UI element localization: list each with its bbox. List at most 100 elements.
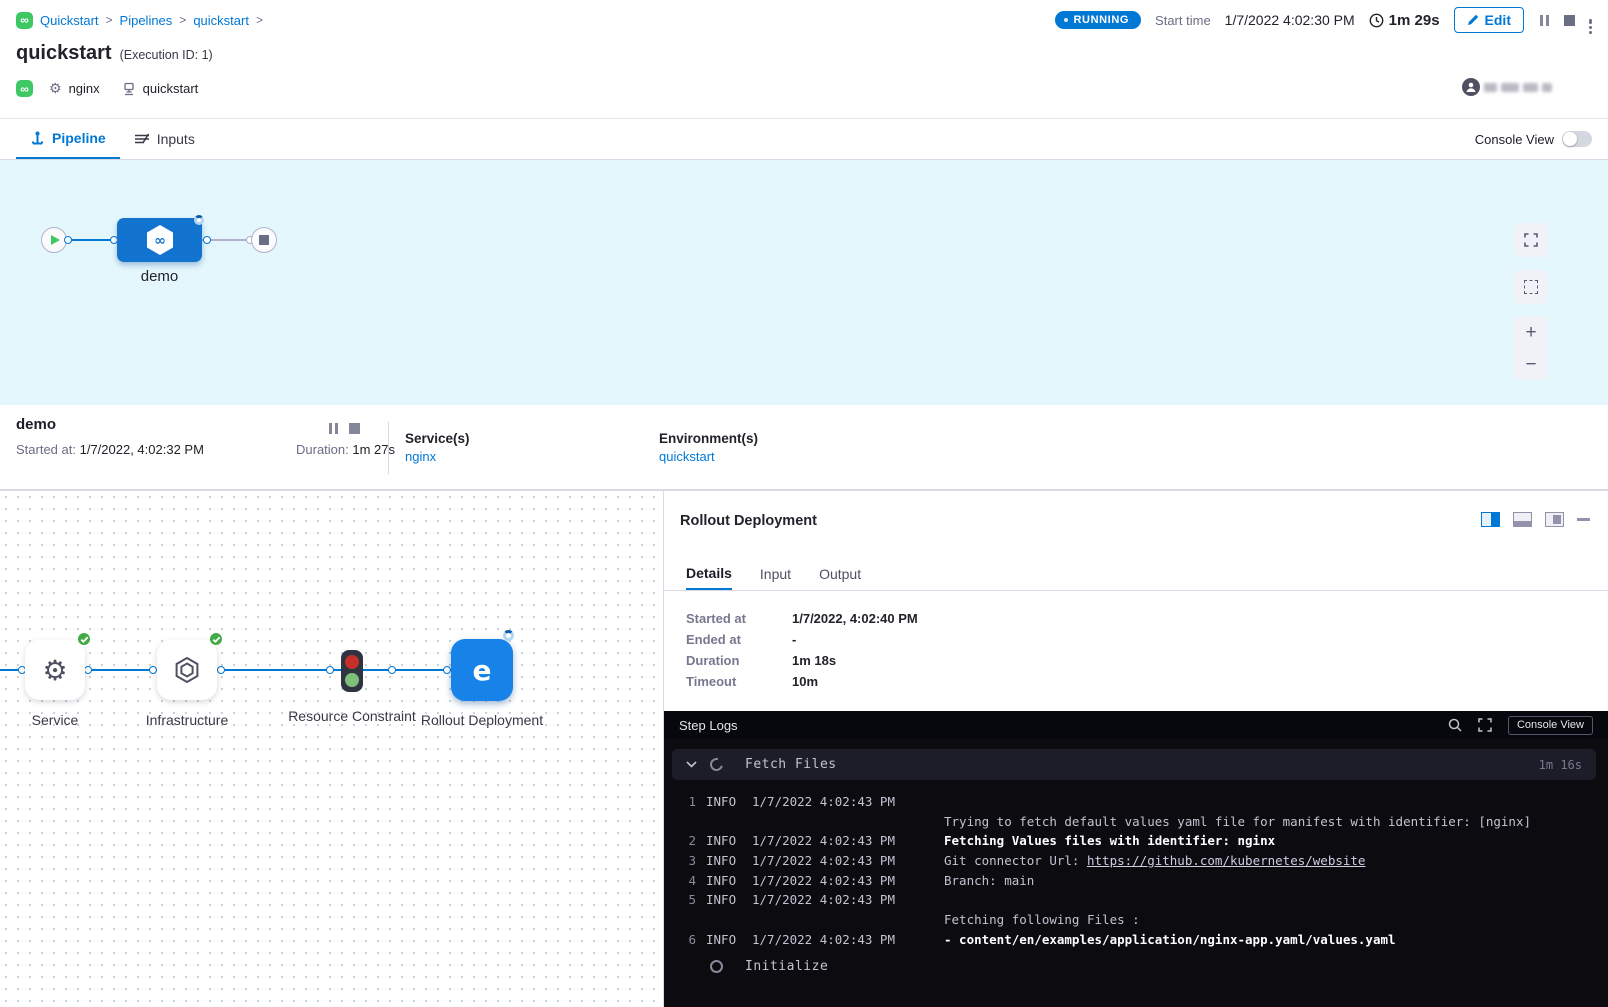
- tab-input[interactable]: Input: [760, 557, 791, 590]
- log-section-initialize[interactable]: Initialize: [672, 951, 1596, 982]
- status-dot-icon: [1064, 18, 1068, 22]
- stage-detail-bar: demo Started at: 1/7/2022, 4:02:32 PM Du…: [0, 405, 1608, 490]
- step-node-rollout-deployment[interactable]: e: [451, 639, 513, 701]
- breadcrumb-project[interactable]: Quickstart: [40, 13, 99, 28]
- edge-connector-dot: [84, 666, 92, 674]
- gear-icon: ⚙: [49, 81, 62, 97]
- breadcrumb-pipelines[interactable]: Pipelines: [120, 13, 173, 28]
- canvas-fullscreen-button[interactable]: [1514, 223, 1548, 257]
- environment-link[interactable]: quickstart: [659, 449, 715, 464]
- log-section-fetch-files[interactable]: Fetch Files 1m 16s: [672, 749, 1596, 780]
- traffic-light-green-icon: [345, 673, 359, 687]
- step-node-service[interactable]: ⚙: [25, 640, 85, 700]
- tab-details[interactable]: Details: [686, 557, 732, 590]
- harness-pipeline-icon: ∞: [16, 12, 33, 29]
- layout-vertical-split-button[interactable]: [1481, 512, 1500, 527]
- panel-tabs: Details Input Output: [664, 557, 1608, 591]
- section-name: Initialize: [745, 959, 828, 974]
- log-line: 4INFO1/7/2022 4:02:43 PMBranch: main: [680, 871, 1596, 891]
- pipeline-stage-canvas[interactable]: ∞ demo + −: [0, 160, 1608, 405]
- step-graph-canvas[interactable]: ⚙ Service Infrastructure Resource Constr…: [0, 490, 664, 1007]
- edge-connector-dot: [388, 666, 396, 674]
- tab-pipeline[interactable]: Pipeline: [16, 119, 120, 159]
- canvas-select-button[interactable]: [1514, 270, 1548, 304]
- redacted-username: [1501, 83, 1519, 92]
- more-options-button[interactable]: [1589, 17, 1592, 24]
- service-tag[interactable]: ⚙ nginx: [43, 81, 106, 97]
- edge-connector-dot: [217, 666, 225, 674]
- step-label-resource-constraint: Resource Constraint: [287, 706, 417, 727]
- environment-icon: [122, 82, 136, 96]
- svg-text:∞: ∞: [154, 233, 166, 249]
- breadcrumb-pipeline-name[interactable]: quickstart: [193, 13, 249, 28]
- step-details-table: Started at1/7/2022, 4:02:40 PM Ended at-…: [686, 611, 918, 689]
- start-time-label: Start time: [1155, 13, 1211, 28]
- pause-pipeline-button[interactable]: [1538, 15, 1550, 26]
- inputs-icon: [134, 132, 150, 146]
- play-icon: [51, 235, 60, 245]
- layout-horizontal-split-button[interactable]: [1513, 512, 1532, 527]
- step-logs-title: Step Logs: [679, 718, 738, 733]
- console-view-label: Console View: [1475, 132, 1554, 147]
- stop-pipeline-button[interactable]: [1564, 15, 1575, 26]
- minimize-panel-button[interactable]: [1577, 518, 1590, 521]
- stage-started-at: Started at: 1/7/2022, 4:02:32 PM: [16, 442, 204, 457]
- zoom-in-button[interactable]: +: [1514, 316, 1548, 348]
- step-node-infrastructure[interactable]: [157, 640, 217, 700]
- breadcrumb-separator: >: [106, 13, 113, 27]
- elapsed-time: 1m 29s: [1369, 12, 1440, 29]
- step-label-service: Service: [0, 710, 120, 731]
- log-link[interactable]: https://github.com/kubernetes/website: [1087, 853, 1365, 868]
- detail-label: Timeout: [686, 674, 792, 689]
- detail-value: -: [792, 632, 918, 647]
- execution-id: (Execution ID: 1): [120, 48, 213, 62]
- pipeline-end-node[interactable]: [251, 227, 277, 253]
- log-line: 5INFO1/7/2022 4:02:43 PM: [680, 890, 1596, 910]
- logs-console-view-button[interactable]: Console View: [1508, 716, 1593, 735]
- detail-value: 1/7/2022, 4:02:40 PM: [792, 611, 918, 626]
- breadcrumb: ∞ Quickstart > Pipelines > quickstart >: [16, 12, 263, 29]
- breadcrumb-separator: >: [179, 13, 186, 27]
- edge-connector-dot: [149, 666, 157, 674]
- step-node-resource-constraint[interactable]: [341, 650, 363, 692]
- service-link[interactable]: nginx: [405, 449, 436, 464]
- edge-connector-dot: [64, 236, 72, 244]
- detail-value: 10m: [792, 674, 918, 689]
- tags-row: ∞ ⚙ nginx quickstart: [16, 80, 204, 97]
- log-line: 3INFO1/7/2022 4:02:43 PM Git connector U…: [680, 851, 1596, 871]
- environments-label: Environment(s): [659, 431, 758, 446]
- stop-stage-button[interactable]: [349, 423, 360, 434]
- redacted-username: [1523, 83, 1538, 92]
- panel-title: Rollout Deployment: [680, 513, 817, 529]
- clock-icon: [1369, 13, 1384, 28]
- section-pending-icon: [710, 960, 723, 973]
- tab-output[interactable]: Output: [819, 557, 861, 590]
- step-running-spinner-icon: [503, 630, 514, 641]
- gear-icon: ⚙: [42, 654, 67, 687]
- log-lines: 1INFO1/7/2022 4:02:43 PM Trying to fetch…: [680, 792, 1596, 950]
- log-line: Trying to fetch default values yaml file…: [680, 812, 1596, 832]
- step-logs-header: Step Logs Console View: [664, 711, 1608, 739]
- step-detail-panel: Rollout Deployment Details Input Output …: [664, 490, 1608, 1007]
- tab-inputs[interactable]: Inputs: [120, 119, 209, 159]
- console-view-toggle[interactable]: [1562, 131, 1592, 147]
- pause-stage-button[interactable]: [327, 423, 339, 434]
- zoom-out-button[interactable]: −: [1514, 348, 1548, 380]
- page-title: quickstart (Execution ID: 1): [16, 42, 213, 65]
- search-icon[interactable]: [1448, 718, 1462, 732]
- success-check-icon: [76, 631, 92, 647]
- stop-icon: [259, 235, 269, 245]
- edit-button[interactable]: Edit: [1454, 7, 1524, 33]
- detail-label: Duration: [686, 653, 792, 668]
- user-avatar: [1462, 78, 1480, 96]
- stage-running-spinner-icon: [194, 215, 204, 225]
- traffic-light-red-icon: [345, 655, 359, 669]
- layout-floating-button[interactable]: [1545, 512, 1564, 527]
- step-label-infrastructure: Infrastructure: [122, 710, 252, 731]
- rollout-icon: e: [473, 654, 492, 687]
- fullscreen-icon: [1524, 233, 1538, 247]
- logs-fullscreen-icon[interactable]: [1478, 718, 1492, 732]
- stage-node-demo[interactable]: ∞: [117, 218, 202, 262]
- environment-tag[interactable]: quickstart: [116, 81, 205, 96]
- pipeline-icon: [30, 131, 45, 146]
